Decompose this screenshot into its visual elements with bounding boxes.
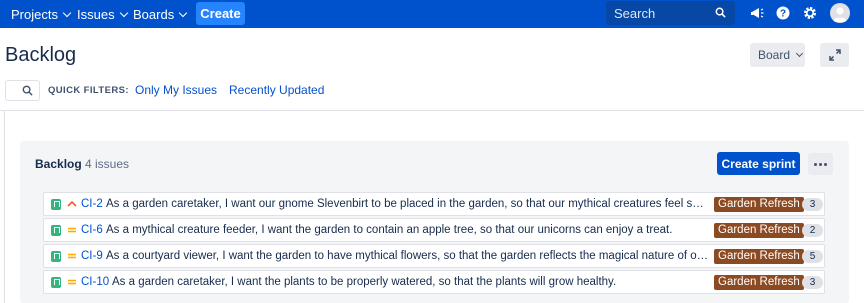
story-icon [51, 251, 61, 262]
quick-filter-recently-updated[interactable]: Recently Updated [229, 83, 324, 97]
priority-medium-icon [68, 227, 76, 233]
search-icon [22, 85, 33, 96]
expand-icon [828, 49, 841, 61]
search-input[interactable]: Search [606, 1, 735, 25]
chevron-down-icon [62, 8, 72, 17]
nav-boards[interactable]: Boards [133, 0, 188, 28]
nav-projects-label: Projects [11, 6, 58, 22]
quick-filters-label: QUICK FILTERS: [48, 85, 129, 96]
priority-medium-icon [68, 279, 76, 285]
issue-row-ci-10[interactable]: CI-10 As a garden caretaker, I want the … [43, 270, 825, 294]
svg-text:?: ? [780, 9, 786, 20]
chevron-down-icon [795, 49, 804, 58]
top-navigation: Projects Issues Boards Create Search ? [0, 0, 864, 28]
board-button-label: Board [758, 48, 791, 62]
issue-summary: As a courtyard viewer, I want the garden… [106, 250, 709, 262]
nav-issues-label: Issues [77, 6, 115, 22]
backlog-title: Backlog [35, 157, 82, 171]
issue-key[interactable]: CI-6 [81, 224, 103, 236]
issue-summary: As a mythical creature feeder, I want th… [106, 224, 673, 236]
story-icon [51, 225, 61, 236]
search-placeholder: Search [614, 5, 656, 21]
epic-label[interactable]: Garden Refresh [714, 275, 804, 290]
create-sprint-button[interactable]: Create sprint [717, 152, 800, 175]
header-divider [0, 110, 864, 111]
epic-label[interactable]: Garden Refresh [714, 223, 804, 238]
fullscreen-button[interactable] [820, 43, 849, 67]
issue-key[interactable]: CI-9 [81, 250, 103, 262]
page-title: Backlog [5, 44, 77, 66]
issue-key[interactable]: CI-2 [81, 198, 103, 210]
nav-boards-label: Boards [133, 6, 175, 22]
issue-summary: As a garden caretaker, I want our gnome … [106, 198, 709, 210]
backlog-issue-count: 4 issues [85, 157, 130, 171]
story-points-badge: 5 [802, 250, 823, 263]
epic-label[interactable]: Garden Refresh [714, 197, 804, 212]
priority-medium-icon [68, 253, 76, 259]
more-icon [814, 162, 817, 166]
notifications-icon[interactable] [749, 5, 765, 21]
nav-projects[interactable]: Projects [11, 0, 72, 28]
story-points-badge: 3 [802, 276, 823, 289]
story-icon [51, 199, 61, 210]
issue-row-ci-2[interactable]: CI-2 As a garden caretaker, I want our g… [43, 192, 825, 216]
issue-key[interactable]: CI-10 [81, 276, 109, 288]
priority-high-icon [67, 200, 77, 207]
help-icon[interactable]: ? [775, 5, 791, 21]
board-dropdown-button[interactable]: Board [750, 43, 805, 67]
story-icon [51, 277, 61, 288]
left-divider [4, 111, 5, 303]
chevron-down-icon [178, 8, 188, 17]
more-actions-button[interactable] [808, 153, 833, 175]
quick-filter-search-input[interactable] [5, 80, 40, 101]
settings-icon[interactable] [802, 5, 818, 21]
search-icon [715, 7, 726, 18]
nav-issues[interactable]: Issues [77, 0, 128, 28]
create-button[interactable]: Create [196, 2, 245, 25]
story-points-badge: 2 [802, 224, 823, 237]
issue-row-ci-9[interactable]: CI-9 As a courtyard viewer, I want the g… [43, 244, 825, 268]
avatar[interactable] [830, 3, 850, 23]
chevron-down-icon [119, 8, 128, 17]
epic-label[interactable]: Garden Refresh [714, 249, 804, 264]
story-points-badge: 3 [802, 198, 823, 211]
issue-summary: As a garden caretaker, I want the plants… [112, 276, 617, 288]
issue-row-ci-6[interactable]: CI-6 As a mythical creature feeder, I wa… [43, 218, 825, 242]
quick-filter-only-my-issues[interactable]: Only My Issues [135, 83, 217, 97]
